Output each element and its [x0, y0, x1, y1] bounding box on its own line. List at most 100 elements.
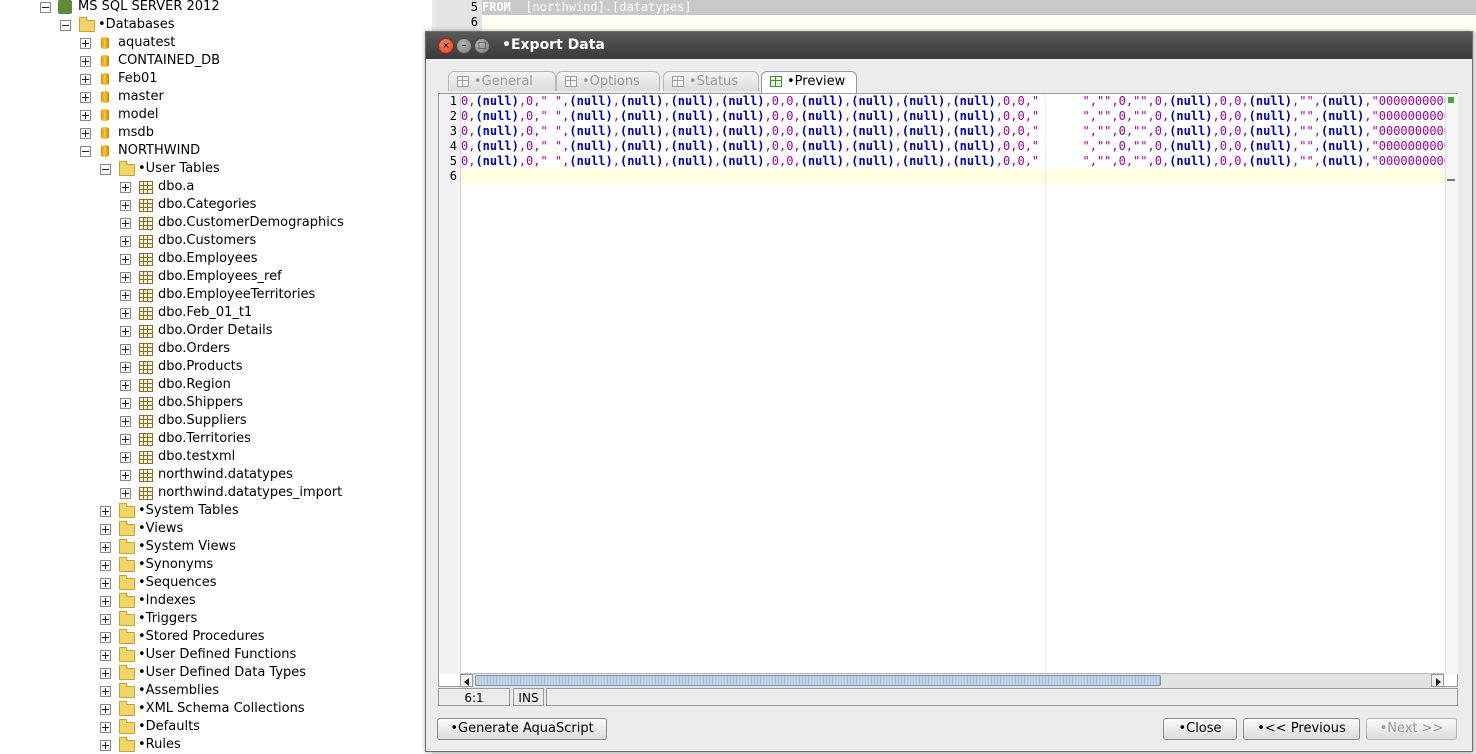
scroll-right-arrow-icon[interactable] [1431, 674, 1444, 687]
expand-icon[interactable] [120, 218, 131, 229]
collapse-icon[interactable] [80, 146, 91, 157]
expand-icon[interactable] [80, 128, 91, 139]
collapse-icon[interactable] [100, 164, 111, 175]
expand-icon[interactable] [120, 416, 131, 427]
expand-icon[interactable] [120, 326, 131, 337]
expand-icon[interactable] [100, 596, 111, 607]
expand-icon[interactable] [100, 506, 111, 517]
preview-line: 0,(null),0," ",(null),(null),(null),(nul… [461, 124, 1445, 139]
expand-icon[interactable] [100, 524, 111, 535]
window-close-button[interactable]: × [438, 38, 454, 54]
object-browser-tree: MS SQL SERVER 2012 •Databases aquatest CO… [0, 0, 432, 754]
window-maximize-button[interactable]: □ [474, 38, 490, 54]
tree-node-label: •Sequences [138, 575, 217, 590]
preview-editor[interactable]: 123456 0,(null),0," ",(null),(null),(nul… [438, 93, 1458, 688]
null-token: (null) [569, 94, 613, 108]
tab-preview[interactable]: •Preview [761, 71, 857, 93]
tab-status[interactable]: •Status [663, 71, 759, 91]
expand-icon[interactable] [100, 632, 111, 643]
expand-icon[interactable] [120, 308, 131, 319]
collapse-icon[interactable] [60, 20, 71, 31]
expand-icon[interactable] [120, 362, 131, 373]
expand-icon[interactable] [120, 380, 131, 391]
tree-node-label: •User Defined Functions [138, 647, 297, 662]
expand-icon[interactable] [120, 182, 131, 193]
expand-icon[interactable] [120, 434, 131, 445]
expand-icon[interactable] [120, 344, 131, 355]
value-token: ,"0000000000000fa [1364, 124, 1445, 138]
value-token: , [612, 154, 620, 168]
collapse-icon[interactable] [40, 2, 51, 13]
null-token: (null) [1248, 139, 1293, 153]
expand-icon[interactable] [100, 668, 111, 679]
preview-table-icon [770, 76, 782, 87]
null-token: (null) [619, 124, 664, 138]
table-icon [139, 235, 153, 248]
expand-icon[interactable] [100, 740, 111, 751]
expand-icon[interactable] [100, 704, 111, 715]
value-token: ,0,0, [1212, 139, 1249, 153]
expand-icon[interactable] [100, 578, 111, 589]
value-token: 0, [461, 139, 476, 153]
expand-icon[interactable] [120, 452, 131, 463]
table-icon [139, 217, 153, 230]
sql-editor-code[interactable]: FROM [northwind].[datatypes] [482, 0, 1476, 32]
expand-icon[interactable] [100, 686, 111, 697]
table-icon [139, 307, 153, 320]
null-token: (null) [721, 154, 765, 168]
line-number: 1 [449, 94, 457, 108]
tree-node-label: dbo.Employees_ref [158, 269, 282, 284]
expand-icon[interactable] [80, 38, 91, 49]
line-number: 2 [449, 109, 457, 123]
tree-node-label: northwind.datatypes_import [158, 485, 343, 500]
close-button[interactable]: •Close [1163, 718, 1237, 740]
null-token: (null) [619, 94, 664, 108]
scroll-left-arrow-icon[interactable] [460, 674, 473, 687]
horizontal-scrollbar[interactable] [460, 673, 1444, 688]
table-icon [565, 76, 577, 87]
expand-icon[interactable] [120, 488, 131, 499]
tab-options[interactable]: •Options [556, 71, 660, 91]
expand-icon[interactable] [120, 200, 131, 211]
generate-aquascript-button[interactable]: •Generate AquaScript [437, 718, 607, 740]
insert-mode: INS [513, 688, 544, 706]
null-token: (null) [952, 154, 996, 168]
dialog-titlebar[interactable]: × – □ •Export Data [426, 32, 1472, 59]
value-token: , [663, 124, 671, 138]
tree-node-label: northwind.datatypes [158, 467, 293, 482]
expand-icon[interactable] [80, 110, 91, 121]
expand-icon[interactable] [80, 74, 91, 85]
database-icon [101, 73, 109, 85]
null-token: (null) [569, 154, 613, 168]
tree-node-label: •Rules [138, 737, 181, 752]
window-minimize-button[interactable]: – [456, 38, 472, 54]
tree-node-label: dbo.Feb_01_t1 [158, 305, 253, 320]
preview-line: 0,(null),0," ",(null),(null),(null),(nul… [461, 154, 1445, 169]
expand-icon[interactable] [80, 92, 91, 103]
folder-open-icon [119, 161, 135, 176]
null-token: (null) [1248, 154, 1293, 168]
expand-icon[interactable] [80, 56, 91, 67]
expand-icon[interactable] [120, 470, 131, 481]
value-token: ,0,0, [1212, 124, 1249, 138]
expand-icon[interactable] [100, 722, 111, 733]
tab-general[interactable]: •General [448, 71, 556, 91]
expand-icon[interactable] [100, 650, 111, 661]
scrollbar-thumb[interactable] [475, 675, 1161, 686]
tree-node-label: •Defaults [138, 719, 200, 734]
expand-icon[interactable] [120, 398, 131, 409]
dialog-title: •Export Data [502, 37, 605, 53]
expand-icon[interactable] [100, 560, 111, 571]
previous-button[interactable]: •<< Previous [1243, 718, 1360, 740]
expand-icon[interactable] [120, 290, 131, 301]
overview-ruler[interactable] [1445, 94, 1458, 674]
tree-node-label: •User Tables [138, 161, 220, 176]
expand-icon[interactable] [120, 236, 131, 247]
preview-line: 0,(null),0," ",(null),(null),(null),(nul… [461, 94, 1445, 109]
expand-icon[interactable] [120, 254, 131, 265]
expand-icon[interactable] [120, 272, 131, 283]
expand-icon[interactable] [100, 542, 111, 553]
expand-icon[interactable] [100, 614, 111, 625]
preview-code[interactable]: 0,(null),0," ",(null),(null),(null),(nul… [461, 94, 1445, 674]
null-token: (null) [1320, 109, 1365, 123]
